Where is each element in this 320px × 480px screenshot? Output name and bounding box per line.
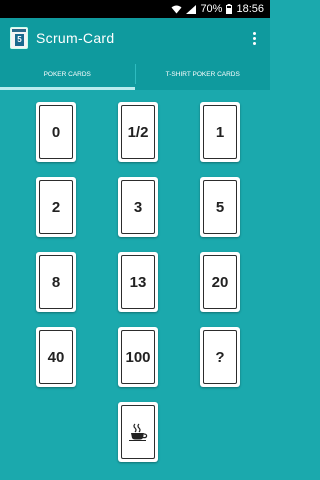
card-value: 40 (39, 330, 73, 384)
card-value: 1/2 (121, 105, 155, 159)
battery-percent: 70% (200, 3, 223, 15)
card-1[interactable]: 1 (200, 102, 240, 162)
card-value: 8 (39, 255, 73, 309)
card-20[interactable]: 20 (200, 252, 240, 312)
card-value: 100 (121, 330, 155, 384)
card-question[interactable]: ? (200, 327, 240, 387)
app-logo-digit: 5 (15, 34, 24, 46)
battery-icon (226, 4, 233, 14)
card-3[interactable]: 3 (118, 177, 158, 237)
card-5[interactable]: 5 (200, 177, 240, 237)
clock: 18:56 (236, 3, 264, 15)
card-value: 1 (203, 105, 237, 159)
overflow-menu-button[interactable] (246, 27, 262, 49)
signal-icon (186, 4, 197, 14)
app-logo-icon: 5 (10, 27, 28, 49)
coffee-cup-icon (129, 423, 148, 441)
card-8[interactable]: 8 (36, 252, 76, 312)
card-half[interactable]: 1/2 (118, 102, 158, 162)
card-value: 3 (121, 180, 155, 234)
card-value: 2 (39, 180, 73, 234)
tab-poker-cards[interactable]: Poker cards (0, 58, 135, 90)
card-value: 0 (39, 105, 73, 159)
card-13[interactable]: 13 (118, 252, 158, 312)
card-2[interactable]: 2 (36, 177, 76, 237)
card-value: 13 (121, 255, 155, 309)
card-grid: 0 1/2 1 2 3 5 8 13 20 40 100 ? (0, 90, 270, 480)
card-value: 5 (203, 180, 237, 234)
status-bar: 70% 18:56 (0, 0, 270, 18)
tab-bar: Poker cards T-shirt poker cards (0, 58, 270, 90)
card-0[interactable]: 0 (36, 102, 76, 162)
app-bar: 5 Scrum-Card (0, 18, 270, 58)
card-value: ? (203, 330, 237, 384)
card-100[interactable]: 100 (118, 327, 158, 387)
card-value: 20 (203, 255, 237, 309)
tab-tshirt-poker-cards[interactable]: T-shirt poker cards (136, 58, 271, 90)
card-coffee[interactable] (118, 402, 158, 462)
app-title: Scrum-Card (36, 30, 115, 46)
card-40[interactable]: 40 (36, 327, 76, 387)
wifi-icon (171, 5, 182, 14)
